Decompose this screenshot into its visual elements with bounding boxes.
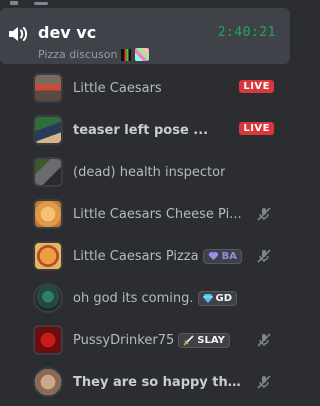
diamond-icon bbox=[202, 294, 213, 303]
collapsed-channel-header bbox=[0, 0, 298, 6]
user-name: Little Caesars Pizza bbox=[73, 248, 199, 264]
clan-tag-label: GD bbox=[215, 292, 233, 304]
voice-user-list: Little Caesars LIVE teaser left pose ...… bbox=[30, 70, 286, 406]
sword-icon bbox=[183, 334, 194, 346]
voice-channel-dev-vc[interactable]: dev vc 2:40:21 Pizza discuson bbox=[0, 8, 290, 64]
microphone-muted-icon[interactable] bbox=[256, 332, 272, 348]
clan-tag: GD bbox=[197, 290, 238, 306]
avatar bbox=[33, 115, 63, 145]
user-name: Little Caesars bbox=[73, 80, 162, 96]
channel-name: dev vc bbox=[38, 23, 97, 42]
speaker-icon bbox=[10, 1, 18, 5]
user-name: oh god its coming. bbox=[73, 290, 194, 306]
avatar bbox=[33, 157, 63, 187]
user-name: Little Caesars Cheese Pi... bbox=[73, 206, 242, 222]
voice-user-row[interactable]: Little Caesars Cheese Pi... bbox=[30, 196, 286, 232]
voice-user-row[interactable]: PussyDrinker75 SLAY bbox=[30, 322, 286, 358]
voice-user-row[interactable]: They are so happy tha... bbox=[30, 364, 286, 400]
channel-name-fragment bbox=[34, 1, 48, 5]
status-emoji-icon bbox=[135, 48, 150, 61]
voice-user-row[interactable]: oh god its coming. GD bbox=[30, 280, 286, 316]
call-timer: 2:40:21 bbox=[217, 25, 276, 40]
clan-tag: SLAY bbox=[178, 332, 230, 348]
voice-user-row[interactable]: (dead) health inspector bbox=[30, 154, 286, 190]
avatar bbox=[33, 73, 63, 103]
avatar bbox=[33, 241, 63, 271]
user-name: PussyDrinker75 bbox=[73, 332, 175, 348]
avatar bbox=[33, 283, 63, 313]
voice-user-row[interactable]: teaser left pose ... LIVE bbox=[30, 112, 286, 148]
microphone-muted-icon[interactable] bbox=[256, 248, 272, 264]
avatar bbox=[33, 325, 63, 355]
user-name: (dead) health inspector bbox=[73, 164, 226, 180]
avatar bbox=[33, 367, 63, 397]
speaker-icon bbox=[9, 27, 28, 41]
clan-tag-label: BA bbox=[221, 250, 237, 262]
clan-tag-label: SLAY bbox=[197, 334, 225, 346]
voice-user-row[interactable]: Little Caesars Pizza BA bbox=[30, 238, 286, 274]
channel-status: Pizza discuson bbox=[38, 48, 150, 61]
clan-tag: BA bbox=[202, 248, 242, 264]
heart-icon bbox=[208, 252, 218, 261]
microphone-muted-icon[interactable] bbox=[256, 206, 272, 222]
channel-status-text: Pizza discuson bbox=[38, 48, 118, 61]
voice-user-row[interactable]: Little Caesars LIVE bbox=[30, 70, 286, 106]
user-name: teaser left pose ... bbox=[73, 122, 209, 138]
microphone-muted-icon[interactable] bbox=[256, 374, 272, 390]
avatar bbox=[33, 199, 63, 229]
user-name: They are so happy tha... bbox=[73, 374, 247, 390]
live-badge: LIVE bbox=[239, 80, 274, 93]
status-emoji-icon bbox=[121, 48, 132, 61]
live-badge: LIVE bbox=[239, 122, 274, 135]
